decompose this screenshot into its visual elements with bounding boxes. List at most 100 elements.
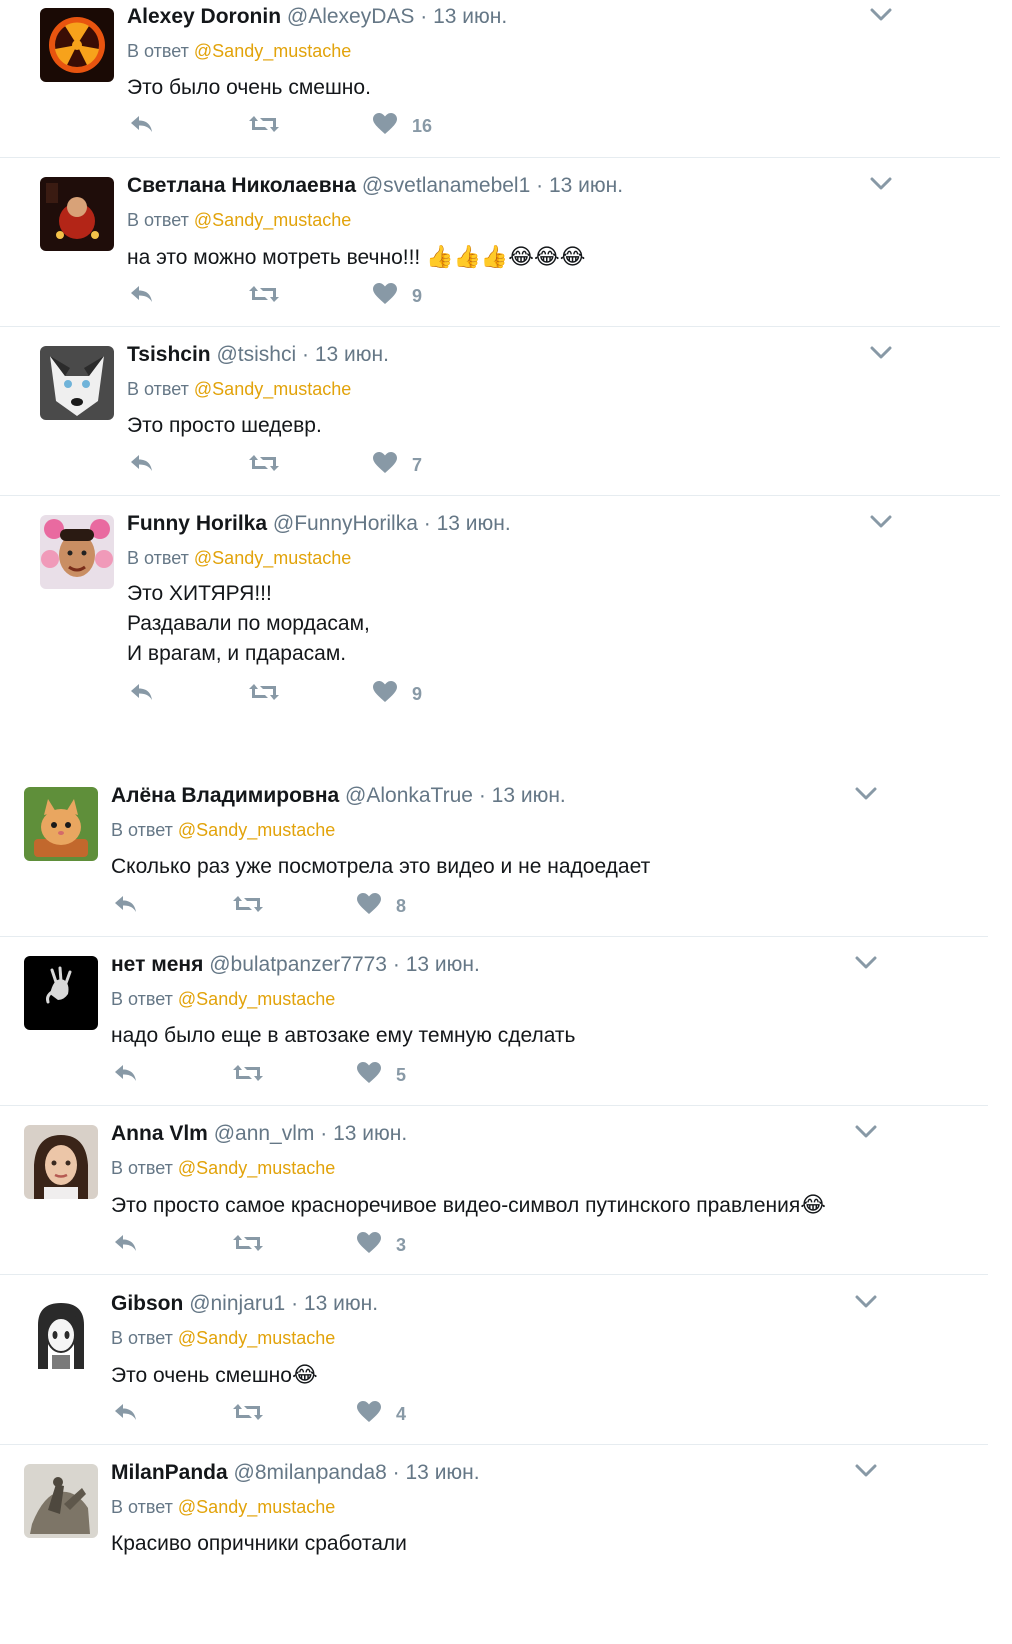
retweet-button[interactable] — [248, 112, 280, 142]
user-name[interactable]: Алёна Владимировна — [111, 784, 339, 807]
heart-icon — [372, 680, 398, 704]
chevron-down-icon[interactable] — [870, 177, 892, 191]
reply-to-line: В ответ @Sandy_mustache — [111, 988, 335, 1010]
chevron-down-icon[interactable] — [855, 956, 877, 970]
user-handle[interactable]: @AlexeyDAS — [287, 5, 415, 28]
mention-link[interactable]: @Sandy_mustache — [194, 379, 351, 399]
avatar[interactable] — [24, 1464, 98, 1538]
user-name[interactable]: Alexey Doronin — [127, 5, 281, 28]
retweet-button[interactable] — [248, 282, 280, 312]
like-button[interactable]: 7 — [372, 451, 422, 481]
timestamp[interactable]: 13 июн. — [333, 1122, 407, 1145]
like-button[interactable]: 3 — [356, 1231, 406, 1261]
chevron-down-icon[interactable] — [870, 346, 892, 360]
retweet-button[interactable] — [248, 680, 280, 710]
retweet-button[interactable] — [232, 892, 264, 922]
user-name[interactable]: Anna Vlm — [111, 1122, 208, 1145]
user-name[interactable]: нет меня — [111, 953, 203, 976]
reply-button[interactable] — [112, 1231, 140, 1261]
retweet-icon — [232, 1231, 264, 1255]
reply-button[interactable] — [112, 1061, 140, 1091]
reply-icon — [112, 1400, 140, 1424]
timestamp[interactable]: 13 июн. — [437, 512, 511, 535]
mention-link[interactable]: @Sandy_mustache — [194, 548, 351, 568]
like-button[interactable]: 4 — [356, 1400, 406, 1430]
user-handle[interactable]: @tsishci — [216, 343, 296, 366]
user-handle[interactable]: @svetlanamebel1 — [362, 174, 530, 197]
tweet[interactable]: Gibson @ninjaru1 · 13 июн. В ответ @Sand… — [0, 1287, 988, 1445]
tweet-header: Gibson @ninjaru1 · 13 июн. — [111, 1291, 378, 1317]
reply-button[interactable] — [112, 892, 140, 922]
tweet[interactable]: Funny Horilka @FunnyHorilka · 13 июн. В … — [0, 507, 1000, 737]
separator-dot: · — [536, 174, 544, 197]
user-name[interactable]: MilanPanda — [111, 1461, 228, 1484]
chevron-down-icon[interactable] — [855, 787, 877, 801]
timestamp[interactable]: 13 июн. — [406, 1461, 480, 1484]
user-name[interactable]: Gibson — [111, 1292, 183, 1315]
retweet-button[interactable] — [248, 451, 280, 481]
user-name[interactable]: Tsishcin — [127, 343, 211, 366]
mention-link[interactable]: @Sandy_mustache — [194, 210, 351, 230]
tweet-text-content: Это просто самое красноречивое видео-сим… — [111, 1194, 801, 1217]
tweet[interactable]: MilanPanda @8milanpanda8 · 13 июн. В отв… — [0, 1456, 988, 1644]
reply-to-line: В ответ @Sandy_mustache — [127, 547, 351, 569]
like-button[interactable]: 16 — [372, 112, 432, 142]
avatar[interactable] — [24, 956, 98, 1030]
chevron-down-icon[interactable] — [870, 515, 892, 529]
mention-link[interactable]: @Sandy_mustache — [178, 989, 335, 1009]
tweet[interactable]: нет меня @bulatpanzer7773 · 13 июн. В от… — [0, 948, 988, 1106]
mention-link[interactable]: @Sandy_mustache — [194, 41, 351, 61]
mention-link[interactable]: @Sandy_mustache — [178, 820, 335, 840]
user-handle[interactable]: @FunnyHorilka — [273, 512, 418, 535]
like-button[interactable]: 9 — [372, 282, 422, 312]
like-button[interactable]: 8 — [356, 892, 406, 922]
retweet-button[interactable] — [232, 1231, 264, 1261]
reply-to-line: В ответ @Sandy_mustache — [111, 1496, 335, 1518]
user-handle[interactable]: @8milanpanda8 — [234, 1461, 387, 1484]
like-button[interactable]: 5 — [356, 1061, 406, 1091]
avatar[interactable] — [24, 787, 98, 861]
reply-label: В ответ — [127, 41, 189, 61]
avatar[interactable] — [40, 8, 114, 82]
timestamp[interactable]: 13 июн. — [492, 784, 566, 807]
user-handle[interactable]: @bulatpanzer7773 — [209, 953, 387, 976]
chevron-down-icon[interactable] — [855, 1464, 877, 1478]
mention-link[interactable]: @Sandy_mustache — [178, 1158, 335, 1178]
reply-button[interactable] — [128, 451, 156, 481]
user-handle[interactable]: @ann_vlm — [214, 1122, 315, 1145]
mention-link[interactable]: @Sandy_mustache — [178, 1497, 335, 1517]
tweet[interactable]: Anna Vlm @ann_vlm · 13 июн. В ответ @San… — [0, 1117, 988, 1275]
tweet[interactable]: Tsishcin @tsishci · 13 июн. В ответ @San… — [0, 338, 1000, 496]
reply-button[interactable] — [112, 1400, 140, 1430]
timestamp[interactable]: 13 июн. — [549, 174, 623, 197]
retweet-button[interactable] — [232, 1061, 264, 1091]
retweet-button[interactable] — [232, 1400, 264, 1430]
timestamp[interactable]: 13 июн. — [315, 343, 389, 366]
timestamp[interactable]: 13 июн. — [406, 953, 480, 976]
like-count: 9 — [412, 286, 423, 306]
avatar[interactable] — [40, 346, 114, 420]
separator-dot: · — [320, 1122, 328, 1145]
chevron-down-icon[interactable] — [855, 1295, 877, 1309]
timestamp[interactable]: 13 июн. — [433, 5, 507, 28]
user-name[interactable]: Funny Horilka — [127, 512, 267, 535]
avatar[interactable] — [40, 177, 114, 251]
chevron-down-icon[interactable] — [855, 1125, 877, 1139]
user-handle[interactable]: @ninjaru1 — [189, 1292, 285, 1315]
timestamp[interactable]: 13 июн. — [304, 1292, 378, 1315]
chevron-down-icon[interactable] — [870, 8, 892, 22]
avatar[interactable] — [40, 515, 114, 589]
tweet[interactable]: Алёна Владимировна @AlonkaTrue · 13 июн.… — [0, 779, 988, 937]
avatar[interactable] — [24, 1295, 98, 1369]
reply-button[interactable] — [128, 282, 156, 312]
avatar[interactable] — [24, 1125, 98, 1199]
user-handle[interactable]: @AlonkaTrue — [345, 784, 473, 807]
tweet-text-content: на это можно мотреть вечно!!! — [127, 246, 421, 269]
reply-button[interactable] — [128, 112, 156, 142]
tweet[interactable]: Alexey Doronin @AlexeyDAS · 13 июн. В от… — [0, 0, 1000, 158]
like-button[interactable]: 9 — [372, 680, 422, 710]
mention-link[interactable]: @Sandy_mustache — [178, 1328, 335, 1348]
reply-button[interactable] — [128, 680, 156, 710]
user-name[interactable]: Светлана Николаевна — [127, 174, 356, 197]
tweet[interactable]: Светлана Николаевна @svetlanamebel1 · 13… — [0, 169, 1000, 327]
